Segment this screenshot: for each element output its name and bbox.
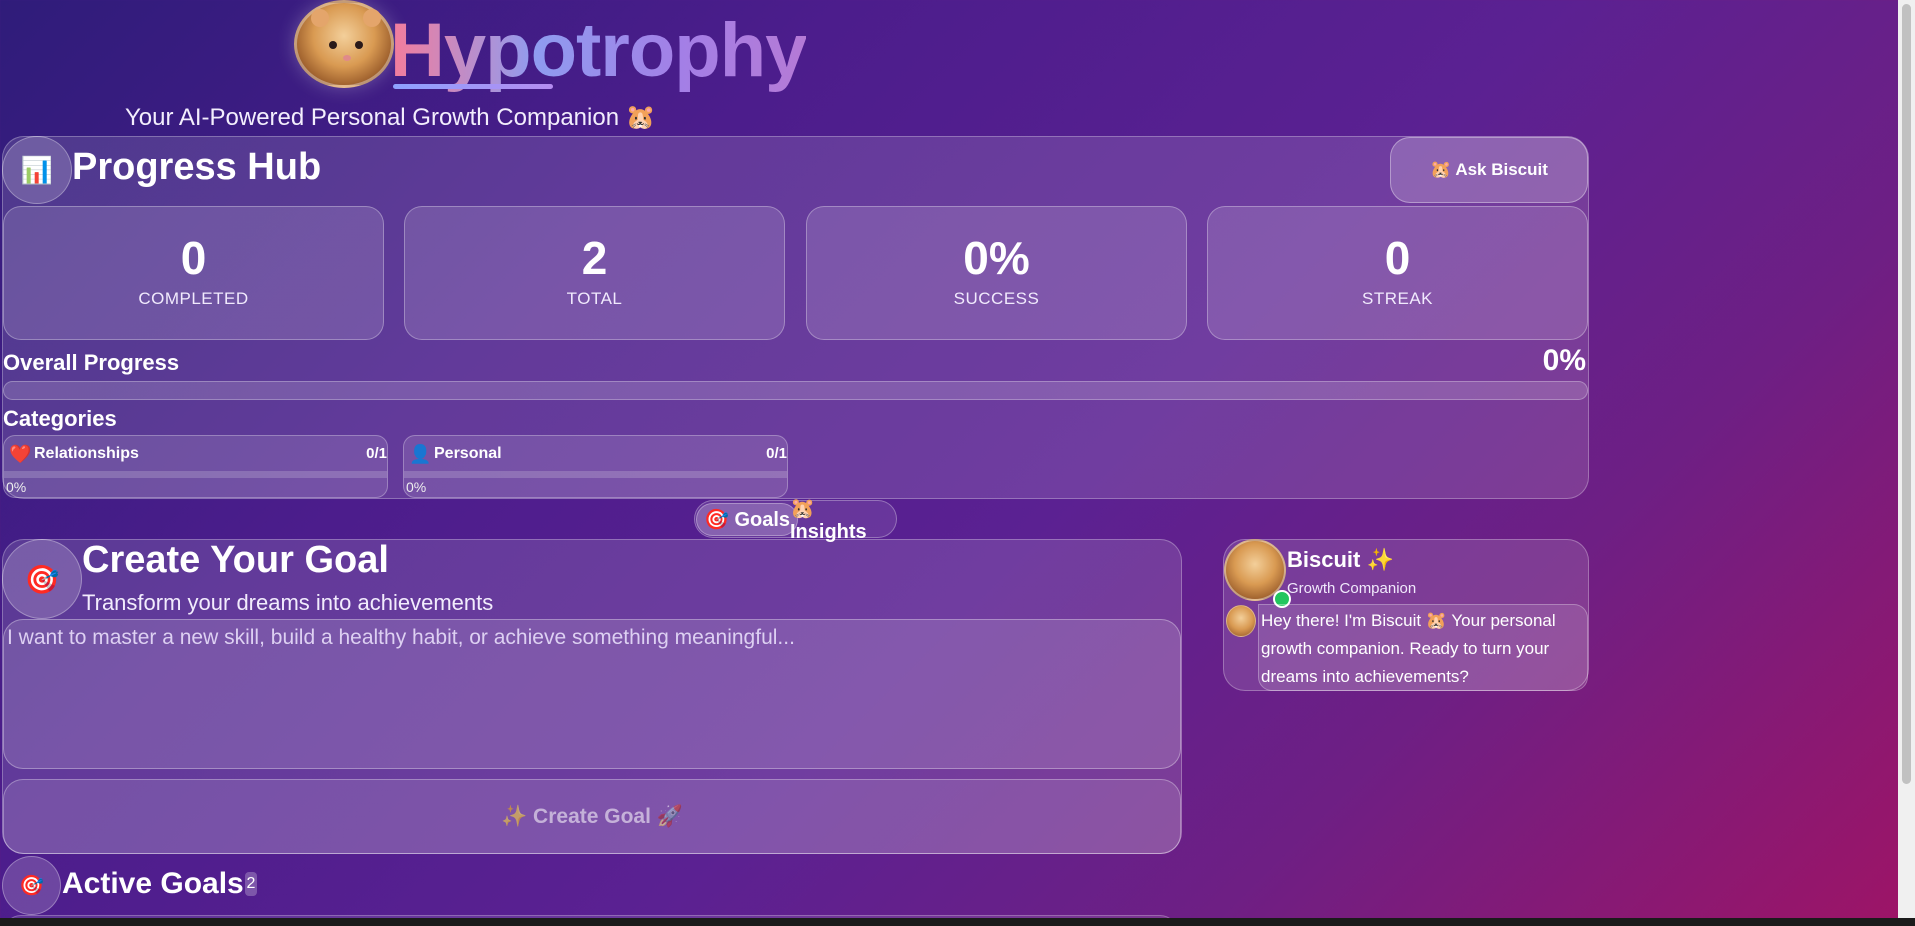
active-goals-count-badge: 2 bbox=[245, 872, 257, 896]
title-underline bbox=[393, 84, 553, 89]
category-count: 0/1 bbox=[366, 445, 387, 462]
stat-label: SUCCESS bbox=[953, 289, 1040, 308]
overall-progress-bar bbox=[3, 381, 1588, 400]
window-bottom-edge bbox=[0, 918, 1915, 926]
target-icon: 🎯 bbox=[2, 856, 61, 915]
hamster-eye-icon bbox=[329, 41, 337, 49]
category-card-relationships[interactable]: ❤️ Relationships 0/1 0% bbox=[3, 435, 388, 498]
category-percent: 0% bbox=[6, 479, 27, 495]
overall-progress-value: 0% bbox=[1542, 344, 1586, 377]
chat-assistant-name: Biscuit ✨ bbox=[1287, 547, 1394, 572]
stat-value: 0 bbox=[1384, 232, 1411, 284]
target-icon: 🎯 bbox=[2, 539, 82, 619]
page-scrollbar[interactable] bbox=[1898, 0, 1915, 926]
chat-message: Hey there! I'm Biscuit 🐹 Your personal g… bbox=[1258, 604, 1588, 691]
stat-card-streak: 0 STREAK bbox=[1207, 206, 1588, 340]
active-goals-title: Active Goals bbox=[62, 867, 244, 900]
categories-title: Categories bbox=[3, 406, 117, 431]
stat-label: STREAK bbox=[1361, 289, 1434, 308]
stat-value: 2 bbox=[581, 232, 608, 284]
hamster-ear-icon bbox=[311, 9, 329, 27]
hamster-eye-icon bbox=[355, 41, 363, 49]
app-subtitle: Your AI-Powered Personal Growth Companio… bbox=[125, 104, 656, 131]
stat-value: 0 bbox=[180, 232, 207, 284]
ask-biscuit-button[interactable]: 🐹 Ask Biscuit bbox=[1390, 137, 1588, 203]
category-progress-bar bbox=[404, 471, 787, 478]
bar-chart-icon: 📊 bbox=[2, 136, 72, 204]
category-count: 0/1 bbox=[766, 445, 787, 462]
progress-hub-title: Progress Hub bbox=[72, 146, 322, 188]
category-name: Personal bbox=[434, 445, 502, 462]
create-goal-title: Create Your Goal bbox=[82, 539, 389, 581]
category-card-personal[interactable]: 👤 Personal 0/1 0% bbox=[403, 435, 788, 498]
create-goal-button[interactable]: ✨ Create Goal 🚀 bbox=[3, 779, 1181, 854]
hamster-ear-icon bbox=[363, 9, 381, 27]
category-progress-bar bbox=[4, 471, 387, 478]
category-name: Relationships bbox=[34, 445, 139, 462]
chat-assistant-role: Growth Companion bbox=[1287, 580, 1417, 597]
stat-card-success: 0% SUCCESS bbox=[806, 206, 1187, 340]
view-tabs: 🎯 Goals 🐹 Insights bbox=[694, 498, 897, 543]
category-percent: 0% bbox=[406, 479, 427, 495]
stat-label: COMPLETED bbox=[138, 289, 249, 308]
hamster-nose-icon bbox=[343, 55, 351, 61]
scrollbar-thumb[interactable] bbox=[1902, 4, 1911, 784]
stat-card-completed: 0 COMPLETED bbox=[3, 206, 384, 340]
stat-label: TOTAL bbox=[566, 289, 623, 308]
stat-card-total: 2 TOTAL bbox=[404, 206, 785, 340]
hamster-logo-icon bbox=[294, 0, 394, 88]
stat-value: 0% bbox=[963, 232, 1030, 284]
goal-input[interactable] bbox=[3, 619, 1181, 769]
person-icon: 👤 bbox=[409, 444, 432, 464]
app-title: Hypotrophy bbox=[390, 6, 807, 96]
tab-insights[interactable]: 🐹 Insights bbox=[783, 498, 896, 543]
hamster-avatar-icon bbox=[1226, 605, 1256, 637]
overall-progress-label: Overall Progress bbox=[3, 350, 180, 375]
heart-icon: ❤️ bbox=[9, 444, 32, 464]
create-goal-subtitle: Transform your dreams into achievements bbox=[82, 590, 494, 615]
